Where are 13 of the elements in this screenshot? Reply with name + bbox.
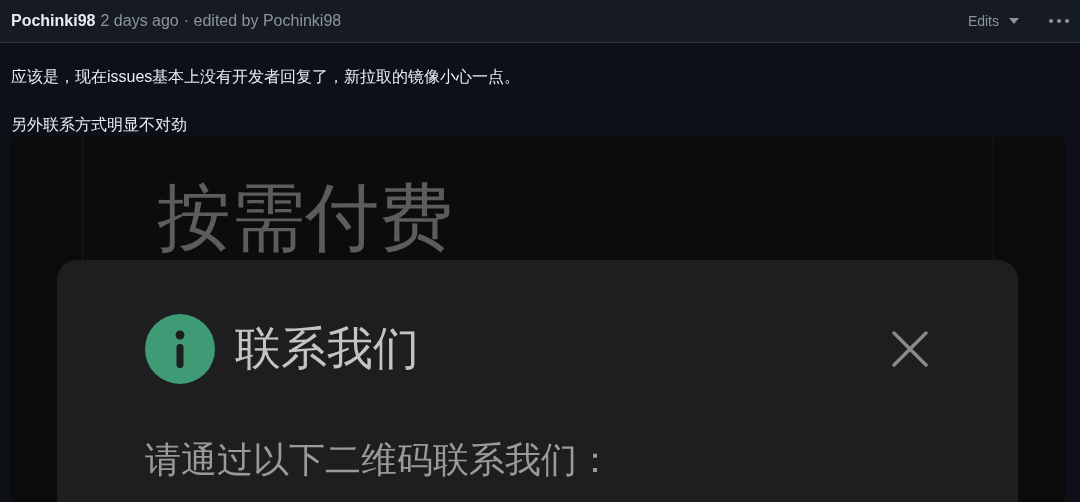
edited-note: · edited by Pochinki98 bbox=[183, 12, 342, 30]
dialog-message: 请通过以下二维码联系我们： bbox=[145, 438, 614, 482]
timestamp: 2 days ago bbox=[100, 12, 179, 30]
dialog-title: 联系我们 bbox=[235, 321, 420, 376]
edits-dropdown[interactable]: Edits bbox=[963, 11, 1023, 31]
info-icon bbox=[145, 314, 215, 384]
caret-icon bbox=[1009, 18, 1019, 24]
more-icon bbox=[1049, 19, 1069, 23]
comment-paragraph: 应该是，现在issues基本上没有开发者回复了，新拉取的镜像小心一点。 bbox=[11, 67, 522, 87]
comment-paragraph: 另外联系方式明显不对劲 bbox=[11, 115, 188, 135]
page-title: 按需付费 bbox=[157, 173, 454, 261]
author-link[interactable]: Pochinki98 bbox=[11, 12, 96, 30]
close-icon[interactable] bbox=[892, 331, 928, 367]
